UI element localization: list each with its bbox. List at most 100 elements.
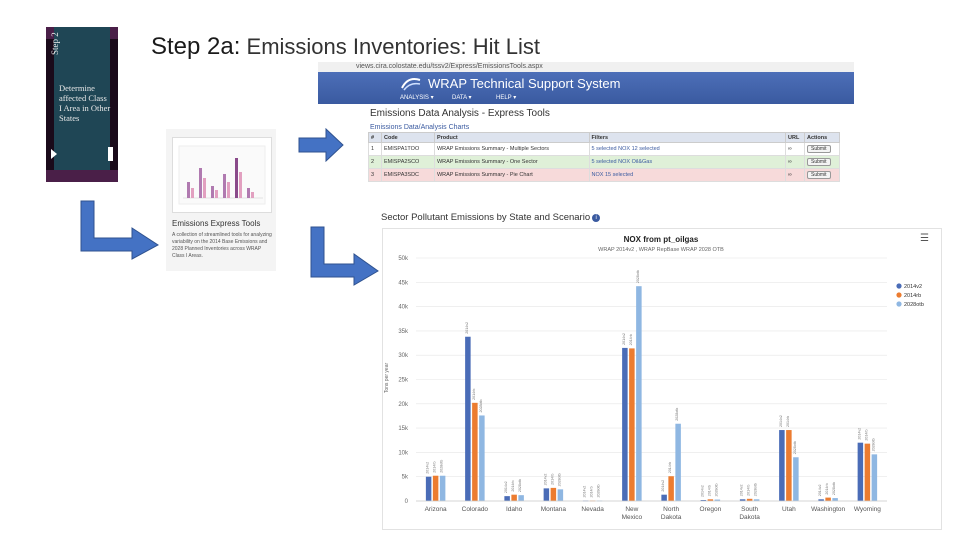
bar bbox=[793, 457, 799, 501]
arrow-right-icon bbox=[298, 128, 344, 162]
column-header: URL bbox=[785, 132, 805, 143]
bar-data-label: 2014v2 bbox=[504, 481, 508, 493]
bar bbox=[479, 415, 485, 501]
row-product[interactable]: WRAP Emissions Summary - Multiple Sector… bbox=[433, 142, 590, 156]
y-axis-label: Tons per year bbox=[384, 363, 390, 394]
row-product[interactable]: WRAP Emissions Summary - Pie Chart bbox=[433, 168, 590, 182]
bar bbox=[543, 488, 550, 501]
bar bbox=[465, 336, 471, 501]
row-filters[interactable]: NOX 15 selected bbox=[588, 168, 787, 182]
bar-data-label: 2014rb bbox=[864, 429, 868, 440]
x-tick-label: South bbox=[741, 506, 758, 513]
app-title: WRAP Technical Support System bbox=[428, 76, 621, 91]
bar bbox=[518, 495, 524, 501]
bar-data-label: 2028otb bbox=[597, 485, 601, 498]
submit-button[interactable]: Submit bbox=[807, 158, 831, 166]
express-tools-panel: Emissions Data Analysis - Express Tools … bbox=[368, 108, 840, 182]
bar bbox=[871, 454, 878, 501]
y-tick-label: 10k bbox=[398, 450, 409, 456]
submit-button[interactable]: Submit bbox=[807, 145, 831, 153]
y-tick-label: 40k bbox=[398, 305, 409, 311]
bar-data-label: 2014rb bbox=[511, 480, 515, 491]
nav-analysis[interactable]: ANALYSIS ▾ bbox=[400, 94, 434, 101]
row-number: 2 bbox=[368, 155, 382, 169]
link-icon[interactable]: ∞ bbox=[785, 155, 805, 169]
bar-data-label: 2014rb bbox=[747, 485, 751, 496]
legend-marker bbox=[896, 283, 902, 289]
previous-arrow-icon[interactable] bbox=[50, 149, 58, 159]
chart-section-heading: Sector Pollutant Emissions by State and … bbox=[381, 212, 601, 223]
bar-data-label: 2028otb bbox=[440, 460, 444, 473]
slide-title-prefix: Step 2a: bbox=[151, 33, 241, 60]
chart-section-heading-text: Sector Pollutant Emissions by State and … bbox=[381, 212, 591, 223]
nav-help[interactable]: HELP ▾ bbox=[496, 94, 516, 101]
bar-data-label: 2028otb bbox=[675, 408, 679, 421]
info-icon[interactable]: i bbox=[592, 214, 601, 222]
express-tools-description: A collection of streamlined tools for an… bbox=[172, 232, 272, 259]
x-tick-label: Washington bbox=[811, 506, 845, 513]
bar-data-label: 2014rb bbox=[707, 485, 711, 496]
y-tick-label: 45k bbox=[398, 280, 409, 286]
row-filters[interactable]: 5 selected NOX 12 selected bbox=[588, 142, 787, 156]
express-tools-card[interactable]: Emissions Express Tools A collection of … bbox=[166, 129, 276, 271]
submit-button[interactable]: Submit bbox=[807, 171, 831, 179]
bar bbox=[675, 423, 681, 501]
bar-data-label: 2014v2 bbox=[465, 322, 469, 334]
bar bbox=[432, 475, 439, 501]
nav-data[interactable]: DATA ▾ bbox=[452, 94, 471, 101]
link-icon[interactable]: ∞ bbox=[785, 168, 805, 182]
tss-header-banner: WRAP Technical Support System ANALYSIS ▾… bbox=[318, 72, 854, 104]
row-code: EMISPA2SCO bbox=[380, 155, 435, 169]
express-tools-name[interactable]: Emissions Express Tools bbox=[172, 219, 260, 228]
emissions-bar-chart: NOX from pt_oilgas WRAP 2014v2 , WRAP Rep… bbox=[384, 235, 924, 521]
thumbnail-chart-image bbox=[178, 145, 266, 205]
bar-data-label: 2014v2 bbox=[583, 486, 587, 498]
y-tick-label: 20k bbox=[398, 402, 409, 408]
bar-data-label: 2014rb bbox=[433, 462, 437, 473]
step-card-bottom-stripe bbox=[46, 170, 118, 182]
bar-data-label: 2014rb bbox=[629, 334, 633, 345]
row-number: 1 bbox=[368, 142, 382, 156]
bar bbox=[668, 476, 674, 501]
legend-label: 2028otb bbox=[904, 302, 924, 308]
bar bbox=[636, 286, 642, 501]
row-product[interactable]: WRAP Emissions Summary - One Sector bbox=[433, 155, 590, 169]
bar bbox=[825, 497, 831, 501]
link-icon[interactable]: ∞ bbox=[785, 142, 805, 156]
y-tick-label: 5k bbox=[402, 475, 409, 481]
row-filters[interactable]: 5 selected NOX Oil&Gas bbox=[588, 155, 787, 169]
legend-marker bbox=[896, 301, 902, 307]
row-code: EMISPA1TOO bbox=[380, 142, 435, 156]
express-tools-table: # Code Product Filters URL Actions 1 EMI… bbox=[368, 132, 840, 182]
bar bbox=[472, 402, 478, 501]
y-tick-label: 50k bbox=[398, 256, 409, 262]
bar bbox=[504, 496, 510, 501]
bar-data-label: 2014v2 bbox=[857, 428, 861, 440]
bar-data-label: 2028otb bbox=[557, 473, 561, 486]
bar-data-label: 2014rb bbox=[590, 486, 594, 497]
bar-data-label: 2014v2 bbox=[622, 333, 626, 345]
bar bbox=[661, 494, 667, 501]
bar bbox=[864, 443, 871, 501]
column-header: # bbox=[368, 132, 382, 143]
slide-title: Step 2a: Emissions Inventories: Hit List bbox=[151, 33, 540, 61]
x-tick-label: Dakota bbox=[739, 514, 760, 521]
bar bbox=[786, 430, 792, 501]
bar bbox=[622, 347, 628, 501]
address-bar[interactable]: views.cira.colostate.edu/tssv2/Express/E… bbox=[318, 62, 854, 72]
next-marker-icon[interactable] bbox=[108, 147, 114, 161]
column-header: Filters bbox=[588, 132, 787, 143]
y-tick-label: 0 bbox=[405, 499, 409, 505]
x-tick-label: New bbox=[625, 506, 638, 513]
table-header-row: # Code Product Filters URL Actions bbox=[368, 132, 840, 143]
bar-data-label: 2028otb bbox=[871, 438, 875, 451]
tss-browser-window: views.cira.colostate.edu/tssv2/Express/E… bbox=[318, 62, 854, 104]
row-number: 3 bbox=[368, 168, 382, 182]
bar bbox=[439, 475, 446, 501]
express-tools-subtitle[interactable]: Emissions Data/Analysis Charts bbox=[370, 124, 469, 131]
express-tools-page-title: Emissions Data Analysis - Express Tools bbox=[370, 108, 550, 119]
y-tick-label: 35k bbox=[398, 329, 409, 335]
bar bbox=[779, 430, 785, 501]
bar-data-label: 2028otb bbox=[636, 270, 640, 283]
x-tick-label: Montana bbox=[541, 506, 567, 513]
